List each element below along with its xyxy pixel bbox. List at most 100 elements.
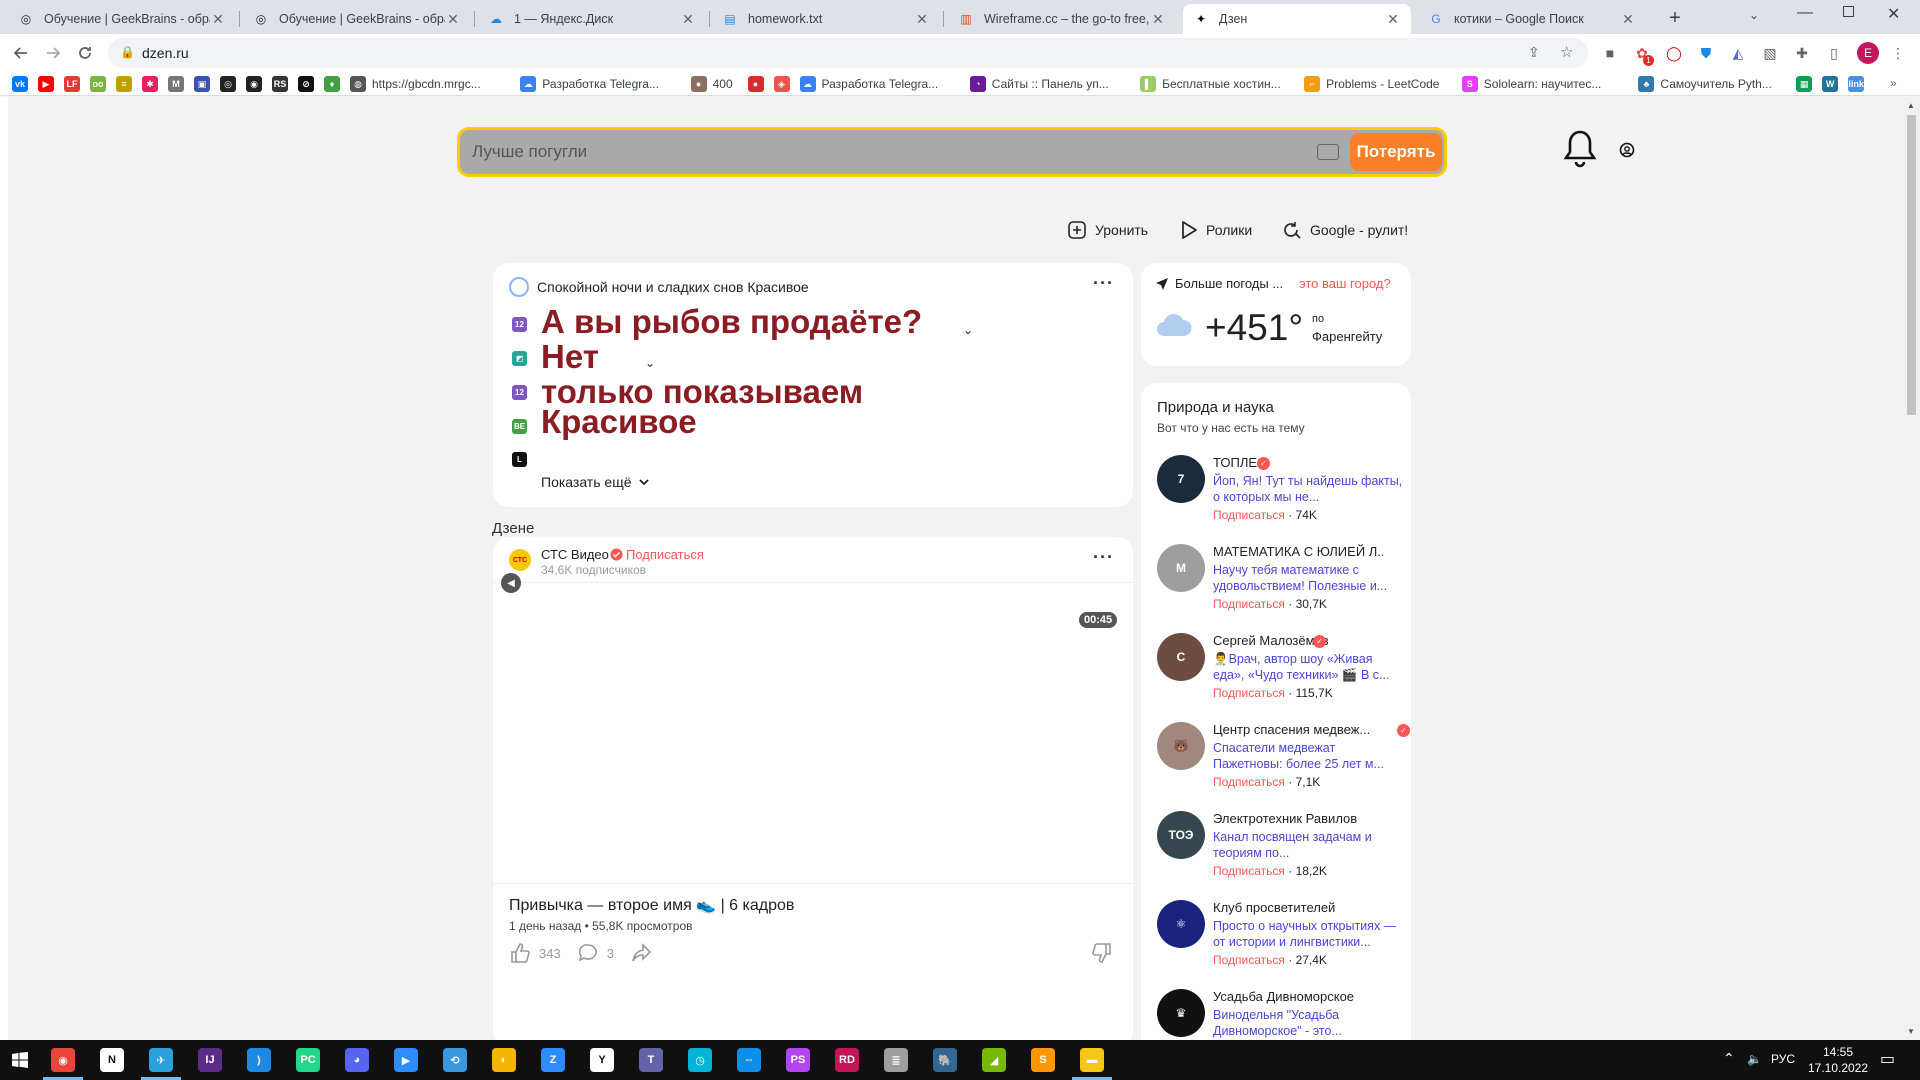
story-line-4[interactable]: Красивое (541, 403, 697, 441)
bookmark-item[interactable]: oo (90, 75, 112, 93)
vscode-icon[interactable]: ⟩ (247, 1048, 271, 1072)
bookmark-item[interactable]: ⌐ Problems - LeetCode (1304, 75, 1439, 93)
bookmark-item[interactable]: ☁ Разработка Telegra... (799, 75, 938, 93)
tray-up-arrow-icon[interactable]: ⌃ (1723, 1050, 1735, 1067)
rider-icon[interactable]: RD (835, 1048, 859, 1072)
database-icon[interactable]: ≣ (884, 1048, 908, 1072)
story-menu-icon[interactable]: ··· (1093, 273, 1114, 294)
video-player[interactable] (493, 582, 1133, 884)
search-input[interactable] (472, 130, 1292, 174)
teamviewer-icon[interactable]: ⇔ (737, 1048, 761, 1072)
channel-avatar[interactable]: ♛ (1157, 989, 1205, 1037)
video-menu-icon[interactable]: ··· (1093, 547, 1114, 568)
bookmark-item[interactable]: S Sololearn: научитес... (1461, 75, 1601, 93)
minimize-button[interactable]: — (1797, 4, 1813, 22)
tab[interactable]: ✦ Дзен ✕ (1183, 4, 1411, 34)
volume-icon[interactable]: 🔈 (1747, 1052, 1762, 1066)
bookmark-item[interactable]: link (1848, 75, 1870, 93)
channel-description[interactable]: Йоп, Ян! Тут ты найдешь факты, о которых… (1213, 473, 1403, 505)
bookmark-item[interactable]: ▦ (1796, 75, 1818, 93)
maximize-button[interactable] (1843, 6, 1854, 17)
back-icon[interactable] (9, 41, 33, 65)
pycharm-icon[interactable]: PC (296, 1048, 320, 1072)
bookmark-star-icon[interactable]: ☆ (1560, 43, 1573, 61)
zoho-icon[interactable]: Z (541, 1048, 565, 1072)
action-videos[interactable]: Ролики (1180, 220, 1252, 240)
bookmark-item[interactable]: ✱ (142, 75, 164, 93)
bookmark-item[interactable]: ▣ (194, 75, 216, 93)
channel-avatar[interactable]: СТС (509, 549, 531, 571)
tab-close-icon[interactable]: ✕ (445, 11, 461, 28)
bookmark-item[interactable]: ● 400 (690, 75, 733, 93)
channel-avatar[interactable]: 🐻 (1157, 722, 1205, 770)
side-panel-icon[interactable]: ▯ (1824, 43, 1844, 63)
tab[interactable]: ☁ 1 — Яндекс.Диск ✕ (478, 4, 706, 34)
share-icon[interactable]: ⇪ (1528, 44, 1540, 61)
reload-icon[interactable] (73, 41, 97, 65)
bookmark-item[interactable]: ◈ (773, 75, 796, 93)
tab[interactable]: ◎ Обучение | GeekBrains - образ ✕ (243, 4, 471, 34)
bookmark-item[interactable]: ☁ Разработка Telegra... (520, 75, 659, 93)
bookmark-item[interactable]: ▌ Бесплатные хостин... (1140, 75, 1281, 93)
notifications-icon[interactable]: ▭ (1880, 1049, 1895, 1069)
tab-close-icon[interactable]: ✕ (1385, 11, 1401, 28)
bookmark-item[interactable]: ◉ (246, 75, 268, 93)
video-title[interactable]: Привычка — второе имя 👟 | 6 кадров (509, 895, 794, 915)
channel-item[interactable]: С Сергей Малозёмов ✓ 👨‍⚕️Врач, автор шоу «Ж… (1157, 633, 1407, 713)
new-tab-button[interactable]: + (1663, 7, 1687, 31)
subscribe-link[interactable]: Подписаться (1213, 775, 1285, 789)
channel-item[interactable]: М МАТЕМАТИКА С ЮЛИЕЙ Л... Научу тебя матем… (1157, 544, 1407, 624)
channel-avatar[interactable]: ТОЭ (1157, 811, 1205, 859)
chevron-down-icon[interactable]: ⌄ (645, 356, 655, 370)
channel-avatar[interactable]: 7 (1157, 455, 1205, 503)
bookmark-item[interactable]: ♦ (324, 75, 346, 93)
channel-name[interactable]: Клуб просветителей (1213, 900, 1383, 915)
media-icon[interactable]: ■ (1600, 43, 1620, 63)
sublime-icon[interactable]: S (1031, 1048, 1055, 1072)
tab[interactable]: ◎ Обучение | GeekBrains - образ ✕ (8, 4, 236, 34)
bookmark-item[interactable]: ♣ Самоучитель Pyth... (1638, 75, 1772, 93)
menu-dots-icon[interactable]: ⋮ (1888, 43, 1908, 63)
channel-name[interactable]: СТС Видео (541, 547, 609, 562)
bookmark-item[interactable]: RS (272, 75, 294, 93)
notion-icon[interactable]: N (100, 1048, 124, 1072)
opera-icon[interactable]: ◯ (1664, 43, 1684, 63)
paint-icon[interactable]: ◐ (492, 1048, 516, 1072)
like-icon[interactable] (509, 942, 531, 964)
intellij-icon[interactable]: IJ (198, 1048, 222, 1072)
channel-name[interactable]: Сергей Малозёмов (1213, 633, 1383, 648)
clock[interactable]: 14:55 17.10.2022 (1803, 1044, 1873, 1076)
channel-description[interactable]: Просто о научных открытиях — от истории … (1213, 918, 1403, 950)
channel-item[interactable]: ⚛ Клуб просветителей Просто о научных откр… (1157, 900, 1407, 980)
more-bookmarks-icon[interactable]: » (1890, 76, 1897, 90)
screenshot-icon[interactable]: ▧ (1760, 43, 1780, 63)
discord-icon[interactable]: ◕ (345, 1048, 369, 1072)
channel-item[interactable]: ТОЭ Электротехник Равилов Канал посвящен з… (1157, 811, 1407, 891)
shield-icon[interactable]: ⛊ (1696, 43, 1716, 63)
page-scrollbar[interactable]: ▲ ▼ (1903, 97, 1920, 1040)
extensions-puzzle-icon[interactable]: ✚ (1792, 43, 1812, 63)
zoom-icon[interactable]: ▶ (394, 1048, 418, 1072)
channel-name[interactable]: Электротехник Равилов (1213, 811, 1383, 826)
tab-close-icon[interactable]: ✕ (914, 11, 930, 28)
channel-description[interactable]: Спасатели медвежат Пажетновы: более 25 л… (1213, 740, 1403, 772)
share-icon[interactable] (630, 942, 652, 964)
close-window-button[interactable]: ✕ (1887, 4, 1900, 24)
subscribe-link[interactable]: Подписаться (1213, 686, 1285, 700)
tab[interactable]: ▥ Wireframe.cc – the go-to free, o ✕ (948, 4, 1176, 34)
forward-icon[interactable] (41, 41, 65, 65)
bookmark-item[interactable]: ▶ (38, 75, 60, 93)
chrome-icon[interactable]: ◉ (51, 1048, 75, 1072)
bookmark-item[interactable]: ◔ Сайты :: Панель уп... (969, 75, 1109, 93)
channel-name[interactable]: ТОПЛЕС (1213, 455, 1383, 470)
channel-name[interactable]: МАТЕМАТИКА С ЮЛИЕЙ Л... (1213, 544, 1383, 559)
channel-description[interactable]: Канал посвящен задачам и теориям по... (1213, 829, 1403, 861)
tab-close-icon[interactable]: ✕ (680, 11, 696, 28)
tab-close-icon[interactable]: ✕ (1150, 11, 1166, 28)
notifications-bell-icon[interactable] (1563, 129, 1597, 169)
tab-close-icon[interactable]: ✕ (1620, 11, 1636, 28)
teams-icon[interactable]: T (639, 1048, 663, 1072)
channel-avatar[interactable]: ⚛ (1157, 900, 1205, 948)
search-button[interactable]: Потерять (1350, 133, 1442, 171)
tab[interactable]: ▤ homework.txt ✕ (712, 4, 940, 34)
